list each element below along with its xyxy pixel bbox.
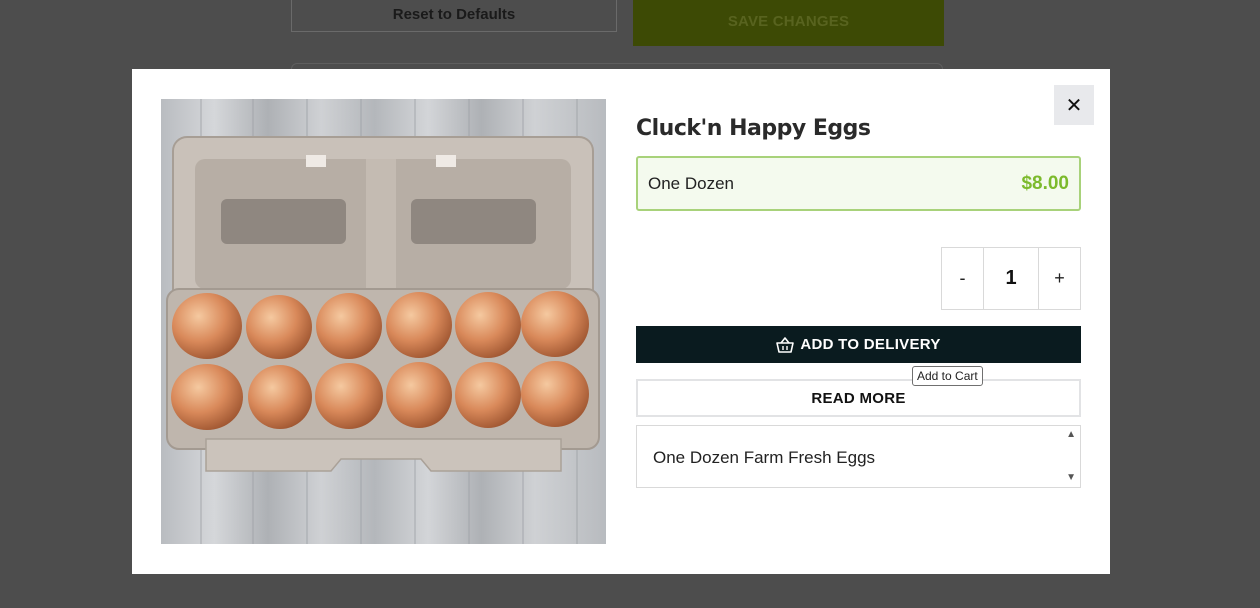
add-to-cart-tooltip: Add to Cart	[912, 366, 983, 386]
description-box[interactable]: One Dozen Farm Fresh Eggs ▲ ▼	[636, 425, 1081, 488]
save-changes-button: SAVE CHANGES	[633, 0, 944, 46]
basket-icon	[776, 336, 795, 353]
scroll-down-icon[interactable]: ▼	[1066, 473, 1076, 483]
egg-carton-illustration	[166, 99, 600, 544]
quantity-value[interactable]: 1	[983, 248, 1039, 309]
add-to-delivery-label: ADD TO DELIVERY	[800, 336, 941, 353]
quantity-stepper: - 1 +	[941, 247, 1081, 310]
variant-option-selected[interactable]: One Dozen $8.00	[636, 156, 1081, 211]
reset-defaults-button: Reset to Defaults	[291, 0, 617, 32]
add-to-delivery-button[interactable]: ADD TO DELIVERY	[636, 326, 1081, 363]
product-title: Cluck'n Happy Eggs	[636, 116, 871, 141]
scroll-up-icon[interactable]: ▲	[1066, 430, 1076, 440]
quantity-increase-button[interactable]: +	[1039, 248, 1080, 309]
variant-name: One Dozen	[648, 173, 734, 193]
read-more-button[interactable]: READ MORE	[636, 379, 1081, 417]
product-modal: ✕ Cluck'n Happy Eggs One Dozen $8.00 - 1…	[132, 69, 1110, 574]
description-text: One Dozen Farm Fresh Eggs	[653, 448, 876, 467]
close-modal-button[interactable]: ✕	[1054, 85, 1094, 125]
product-image	[161, 99, 606, 544]
variant-price: $8.00	[1021, 172, 1069, 194]
quantity-decrease-button[interactable]: -	[942, 248, 983, 309]
close-icon: ✕	[1065, 94, 1083, 117]
